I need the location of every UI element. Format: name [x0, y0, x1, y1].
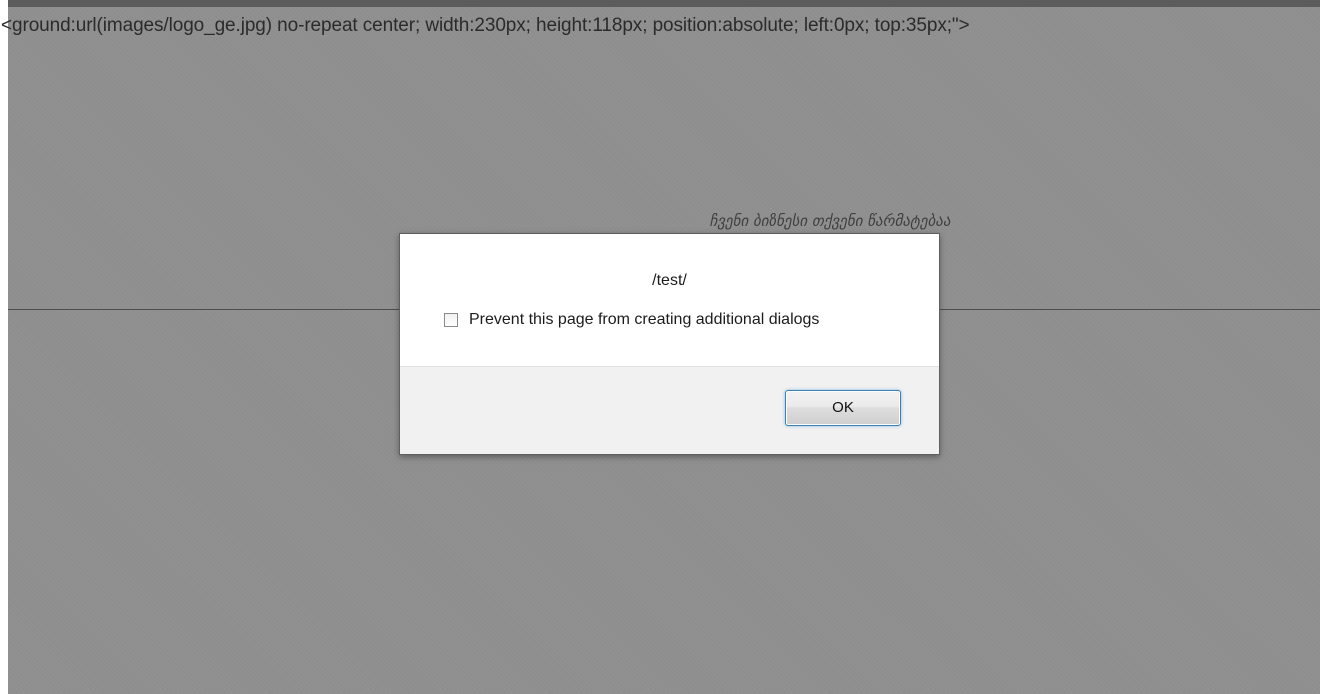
alert-dialog: /test/ Prevent this page from creating a…: [399, 233, 940, 455]
leaked-css-text: <ground:url(images/logo_ge.jpg) no-repea…: [1, 15, 970, 36]
suppress-dialogs-checkbox[interactable]: [444, 313, 458, 327]
ok-button[interactable]: OK: [785, 390, 901, 426]
dialog-message: /test/: [652, 272, 687, 289]
dialog-footer: OK: [400, 366, 939, 454]
window-left-edge: [0, 0, 8, 694]
suppress-dialogs-label[interactable]: Prevent this page from creating addition…: [469, 311, 819, 329]
site-tagline: ჩვენი ბიზნესი თქვენი წარმატებაა: [709, 212, 951, 230]
suppress-dialogs-option[interactable]: Prevent this page from creating addition…: [444, 310, 819, 330]
window-top-edge: [8, 0, 1320, 7]
